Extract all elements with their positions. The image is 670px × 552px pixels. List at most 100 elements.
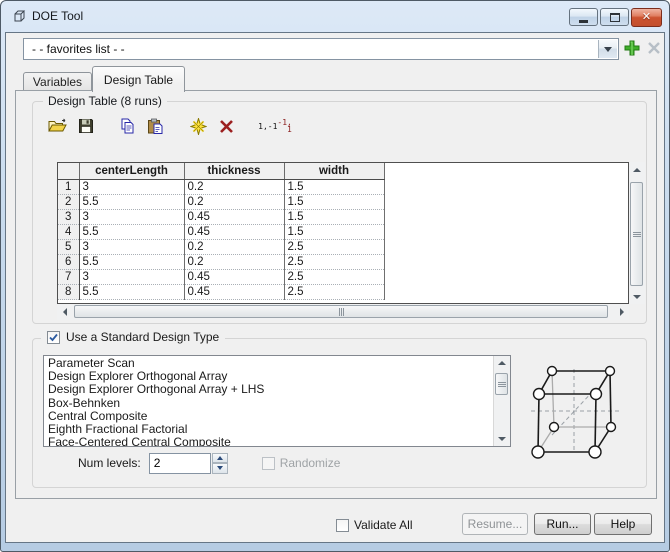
column-header[interactable]: width bbox=[284, 163, 384, 180]
scroll-left-button[interactable] bbox=[57, 304, 72, 320]
row-number[interactable]: 3 bbox=[58, 210, 79, 225]
table-cell[interactable]: 3 bbox=[79, 270, 184, 285]
scale-values-button[interactable]: 1,-1 -1, 1 bbox=[264, 115, 286, 137]
delete-x-icon bbox=[219, 119, 234, 134]
scroll-down-button[interactable] bbox=[629, 289, 645, 304]
table-cell[interactable]: 3 bbox=[79, 240, 184, 255]
table-cell[interactable]: 0.2 bbox=[184, 255, 284, 270]
design-table-groupbox: Design Table (8 runs) bbox=[32, 101, 647, 324]
table-cell[interactable]: 5.5 bbox=[79, 285, 184, 300]
copy-rows-button[interactable] bbox=[116, 115, 138, 137]
num-levels-label: Num levels: bbox=[78, 456, 141, 470]
scroll-left-icon bbox=[63, 308, 67, 316]
design-table-group-title: Design Table (8 runs) bbox=[43, 94, 167, 108]
table-cell[interactable]: 2.5 bbox=[284, 270, 384, 285]
listbox-scroll-thumb[interactable] bbox=[495, 373, 508, 395]
design-type-listbox[interactable]: Parameter ScanDesign Explorer Orthogonal… bbox=[43, 355, 511, 447]
help-button[interactable]: Help bbox=[594, 513, 652, 535]
design-type-item[interactable]: Box-Behnken bbox=[44, 397, 493, 410]
table-cell[interactable]: 3 bbox=[79, 180, 184, 195]
doe-tool-window: DOE Tool ✕ - - favorites list - - Varia bbox=[0, 0, 670, 552]
minimize-button[interactable] bbox=[569, 8, 598, 26]
resume-button[interactable]: Resume... bbox=[462, 513, 528, 535]
open-design-button[interactable] bbox=[47, 115, 69, 137]
column-header[interactable]: centerLength bbox=[79, 163, 184, 180]
table-cell[interactable]: 1.5 bbox=[284, 225, 384, 240]
table-cell[interactable]: 1.5 bbox=[284, 195, 384, 210]
table-cell[interactable]: 0.2 bbox=[184, 180, 284, 195]
scroll-right-button[interactable] bbox=[614, 304, 629, 320]
save-design-button[interactable] bbox=[75, 115, 97, 137]
row-number[interactable]: 8 bbox=[58, 285, 79, 300]
table-cell[interactable]: 0.2 bbox=[184, 240, 284, 255]
table-cell[interactable]: 0.45 bbox=[184, 270, 284, 285]
paste-rows-button[interactable] bbox=[144, 115, 166, 137]
randomize-label: Randomize bbox=[280, 456, 341, 470]
vertical-scroll-thumb[interactable] bbox=[630, 182, 643, 286]
listbox-scrollbar[interactable] bbox=[493, 356, 510, 446]
favorites-combobox[interactable]: - - favorites list - - bbox=[23, 38, 619, 60]
app-cube-icon bbox=[11, 9, 27, 25]
randomize-checkbox[interactable] bbox=[262, 457, 275, 470]
scale-values-icon: 1,-1 bbox=[258, 123, 277, 130]
table-row: 330.451.5 bbox=[58, 210, 628, 225]
scroll-up-button[interactable] bbox=[629, 162, 645, 177]
design-type-item[interactable]: Face-Centered Central Composite bbox=[44, 436, 493, 447]
delete-run-button[interactable] bbox=[215, 115, 237, 137]
thumb-grip bbox=[498, 382, 506, 387]
design-type-item[interactable]: Design Explorer Orthogonal Array + LHS bbox=[44, 383, 493, 396]
column-header[interactable]: thickness bbox=[184, 163, 284, 180]
add-favorite-button[interactable] bbox=[623, 39, 641, 57]
table-cell[interactable]: 0.2 bbox=[184, 195, 284, 210]
num-levels-stepper[interactable] bbox=[212, 453, 228, 474]
table-cell[interactable]: 1.5 bbox=[284, 210, 384, 225]
use-standard-design-checkbox[interactable] bbox=[47, 331, 60, 344]
horizontal-scroll-thumb[interactable] bbox=[74, 305, 608, 318]
scroll-up-icon bbox=[633, 168, 641, 172]
tab-design-table[interactable]: Design Table bbox=[92, 66, 185, 92]
copy-icon bbox=[119, 118, 135, 134]
table-row: 530.22.5 bbox=[58, 240, 628, 255]
table-cell[interactable]: 5.5 bbox=[79, 255, 184, 270]
table-cell[interactable]: 2.5 bbox=[284, 255, 384, 270]
row-number[interactable]: 5 bbox=[58, 240, 79, 255]
table-cell[interactable]: 2.5 bbox=[284, 285, 384, 300]
scroll-down-icon bbox=[633, 295, 641, 299]
tab-variables[interactable]: Variables bbox=[23, 72, 92, 90]
table-cell[interactable]: 3 bbox=[79, 210, 184, 225]
row-number[interactable]: 2 bbox=[58, 195, 79, 210]
table-row: 45.50.451.5 bbox=[58, 225, 628, 240]
table-cell[interactable]: 5.5 bbox=[79, 225, 184, 240]
validate-all-checkbox[interactable] bbox=[336, 519, 349, 532]
close-button[interactable]: ✕ bbox=[631, 8, 662, 27]
design-table-header-row: centerLengththicknesswidth bbox=[58, 163, 628, 180]
star-add-icon bbox=[190, 118, 207, 135]
run-button[interactable]: Run... bbox=[534, 513, 591, 535]
table-vertical-scrollbar[interactable] bbox=[629, 162, 645, 304]
stepper-down-button[interactable] bbox=[212, 463, 228, 474]
design-type-item[interactable]: Central Composite bbox=[44, 410, 493, 423]
row-number[interactable]: 1 bbox=[58, 180, 79, 195]
stepper-up-button[interactable] bbox=[212, 453, 228, 464]
table-cell[interactable]: 0.45 bbox=[184, 225, 284, 240]
table-cell[interactable]: 5.5 bbox=[79, 195, 184, 210]
favorites-dropdown-button[interactable] bbox=[598, 40, 617, 58]
num-levels-input[interactable] bbox=[149, 453, 211, 474]
design-table-toolbar: 1,-1 -1, 1 bbox=[47, 114, 286, 138]
row-number[interactable]: 4 bbox=[58, 225, 79, 240]
delete-favorite-button[interactable] bbox=[647, 41, 661, 55]
table-cell[interactable]: 2.5 bbox=[284, 240, 384, 255]
add-run-button[interactable] bbox=[187, 115, 209, 137]
table-cell[interactable]: 0.45 bbox=[184, 285, 284, 300]
row-number[interactable]: 6 bbox=[58, 255, 79, 270]
row-number[interactable]: 7 bbox=[58, 270, 79, 285]
tab-design-table-label: Design Table bbox=[104, 73, 173, 87]
table-horizontal-scrollbar[interactable] bbox=[57, 304, 629, 320]
table-cell[interactable]: 0.45 bbox=[184, 210, 284, 225]
table-cell[interactable]: 1.5 bbox=[284, 180, 384, 195]
window-title: DOE Tool bbox=[32, 1, 83, 31]
scroll-down-button[interactable] bbox=[494, 432, 509, 446]
scroll-up-button[interactable] bbox=[494, 356, 509, 370]
restore-button[interactable] bbox=[600, 8, 629, 26]
row-number-header bbox=[58, 163, 79, 180]
